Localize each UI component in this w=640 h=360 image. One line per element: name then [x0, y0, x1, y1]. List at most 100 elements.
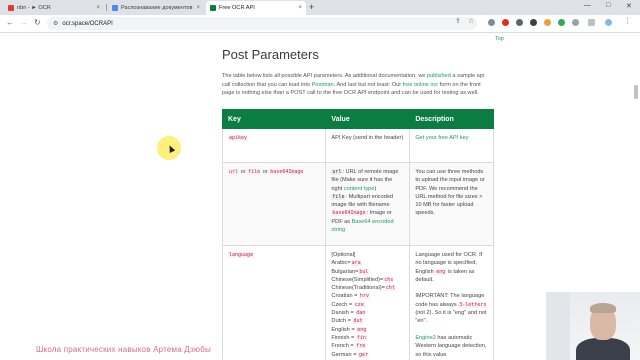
- page-title: Post Parameters: [222, 47, 319, 62]
- param-key: apikey: [228, 135, 249, 141]
- tab-free-ocr-api[interactable]: Free OCR API ×: [206, 1, 306, 15]
- column-header-value: Value: [325, 109, 411, 129]
- new-tab-button[interactable]: +: [309, 1, 314, 13]
- content-type-link[interactable]: content type: [344, 186, 374, 192]
- value-text: ): [374, 185, 377, 192]
- lang-code: cht: [384, 285, 396, 292]
- tab-ocr-nbn[interactable]: nbn - ► OCR ×: [4, 1, 104, 15]
- desc-text: (not 2). So it is "eng" and not "en".: [415, 310, 487, 325]
- puzzle-extensions-icon[interactable]: [588, 19, 595, 26]
- close-window-button[interactable]: ✕: [626, 2, 632, 10]
- key-cell: apikey: [221, 128, 327, 163]
- top-link[interactable]: Top: [495, 36, 504, 42]
- lang-code: chs: [383, 276, 395, 283]
- extension-icon[interactable]: [502, 19, 509, 26]
- extension-icon[interactable]: [544, 19, 551, 26]
- engine2-link[interactable]: Engine2: [415, 335, 436, 341]
- value-cell: [Optional] Arabic = ara Bulgarian = bul Chin…: [325, 245, 411, 360]
- free-online-ocr-link[interactable]: free online ocr: [403, 82, 438, 88]
- webcam-overlay: [546, 292, 640, 360]
- address-bar[interactable]: ⚙ ocr.space/OCRAPI: [47, 17, 477, 30]
- or-text: or: [262, 169, 268, 175]
- param-key: file: [247, 169, 262, 175]
- lang-code: fre: [355, 343, 367, 350]
- postman-link[interactable]: Postman: [312, 82, 334, 88]
- lang-name: French: [331, 343, 349, 350]
- reload-icon[interactable]: ↻: [34, 18, 41, 28]
- youtube-icon: [8, 5, 14, 11]
- extension-icon[interactable]: [516, 19, 523, 26]
- lang-name: Chinese(Simplified): [331, 276, 380, 283]
- intro-paragraph: The table below lists all possible API p…: [222, 72, 494, 98]
- lang-name: Arabic: [331, 260, 348, 267]
- equals-sign: =: [351, 326, 355, 333]
- intro-text: The table below lists all possible API p…: [222, 73, 427, 79]
- lang-name: Danish: [331, 310, 349, 317]
- ocr-site-icon: [210, 5, 216, 11]
- equals-sign: =: [348, 301, 353, 308]
- presenter-body: [576, 338, 630, 360]
- url-text: ocr.space/OCRAPI: [62, 20, 113, 27]
- lang-code: cze: [353, 301, 365, 308]
- browser-toolbar: ← → ↻ ⚙ ocr.space/OCRAPI ⇪ ☆ ⋮: [0, 15, 640, 33]
- column-header-description: Description: [409, 109, 494, 129]
- optional-label: [Optional]: [331, 252, 356, 258]
- extension-icon[interactable]: [530, 19, 537, 26]
- tab-label: Free OCR API: [219, 5, 255, 11]
- equals-sign: =: [354, 293, 358, 300]
- page-scrollbar[interactable]: [634, 85, 638, 99]
- tab-strip: nbn - ► OCR × Распознавание документов ×…: [0, 0, 640, 15]
- page-icon: [112, 5, 118, 11]
- value-cell: url: URL of remote image file (Make sure…: [325, 162, 411, 246]
- lang-code: eng: [356, 326, 368, 333]
- page-content: Top Post Parameters The table below list…: [0, 33, 640, 360]
- bookmark-star-icon[interactable]: ☆: [468, 17, 474, 25]
- lang-name: Bulgarian: [331, 268, 356, 275]
- lang-code: hrv: [358, 293, 371, 300]
- inline-code: base64Image: [331, 210, 367, 217]
- table-row: url or file or base64Image url: URL of r…: [221, 162, 494, 246]
- param-key: url: [228, 169, 240, 175]
- maximize-button[interactable]: □: [606, 2, 610, 9]
- lang-name: English: [331, 326, 350, 333]
- table-row: apikey API Key (send in the header) Get …: [221, 128, 494, 163]
- get-api-key-link[interactable]: Get your free API key: [415, 135, 468, 141]
- tab-label: nbn - ► OCR: [17, 5, 51, 11]
- site-info-icon[interactable]: ⚙: [53, 20, 58, 27]
- intro-text: . And last but not least: Our: [333, 81, 403, 88]
- close-tab-icon[interactable]: ×: [196, 5, 200, 11]
- tab-label: Распознавание документов: [121, 5, 193, 11]
- description-cell: Get your free API key: [409, 128, 494, 163]
- webcam-background: [546, 292, 570, 360]
- description-cell: You can use three methods to upload the …: [409, 162, 494, 246]
- extension-icon[interactable]: [572, 19, 579, 26]
- close-tab-icon[interactable]: ×: [96, 5, 100, 11]
- presenter-hair: [590, 303, 616, 313]
- lang-name: Dutch: [331, 318, 347, 325]
- channel-watermark: Школа практических навыков Артема Дзюбы: [36, 345, 211, 354]
- lang-code: bul: [358, 268, 370, 275]
- extension-icon[interactable]: [488, 19, 495, 26]
- post-parameters-table: Key Value Description apikey API Key (se…: [221, 109, 494, 360]
- forward-icon[interactable]: →: [20, 18, 28, 28]
- published-link[interactable]: published: [427, 73, 451, 79]
- menu-kebab-icon[interactable]: ⋮: [624, 17, 631, 25]
- description-cell: Language used for OCR. If no language is…: [409, 245, 494, 360]
- value-cell: API Key (send in the header): [325, 128, 411, 163]
- equals-sign: =: [353, 351, 357, 358]
- equals-sign: =: [350, 343, 354, 350]
- lang-name: German: [331, 351, 352, 358]
- lang-code: ger: [358, 351, 370, 358]
- minimize-button[interactable]: —: [584, 2, 591, 9]
- table-row: language [Optional] Arabic = ara Bulgarian…: [221, 245, 494, 360]
- back-icon[interactable]: ←: [6, 18, 14, 28]
- tab-recognition[interactable]: Распознавание документов ×: [108, 1, 204, 15]
- lang-name: Croatian: [331, 293, 353, 300]
- close-tab-icon[interactable]: ×: [298, 5, 302, 11]
- profile-avatar[interactable]: [605, 19, 612, 26]
- key-cell: language: [221, 245, 327, 360]
- share-icon[interactable]: ⇪: [455, 17, 461, 25]
- lang-name: Czech: [331, 301, 348, 308]
- extension-icon[interactable]: [558, 19, 565, 26]
- lang-code: dut: [352, 318, 364, 325]
